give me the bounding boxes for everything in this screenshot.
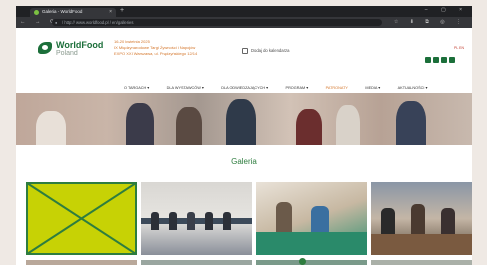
hero-figure — [226, 99, 256, 145]
hero-figure — [126, 103, 154, 145]
extension-icons[interactable]: ☆ ⬇ ⧉ ◎ ⋮ — [394, 19, 466, 25]
event-place: EXPO XXI Warszawa, ul. Prądzyńskiego 12/… — [114, 51, 198, 56]
event-info: 16-20 kwietnia 2025 IX Międzynarodowe Ta… — [114, 39, 197, 57]
hero-figure — [176, 107, 202, 145]
browser-window: Galeria - WorldFood × + – ▢ × ← → ⟳ ⌂ ● … — [16, 6, 472, 265]
lock-icon: ● — [55, 20, 58, 25]
tab-strip: Galeria - WorldFood × + – ▢ × — [16, 6, 472, 17]
facebook-icon[interactable] — [433, 57, 439, 63]
gallery-photo-row2-4[interactable] — [371, 260, 472, 265]
instagram-icon[interactable] — [441, 57, 447, 63]
nav-item-patronaty[interactable]: PATRONATY — [326, 86, 348, 90]
tab-title: Galeria - WorldFood — [42, 9, 83, 14]
site-header: WorldFood Poland 16-20 kwietnia 2025 IX … — [16, 28, 472, 72]
favicon-icon — [34, 10, 39, 15]
language-switcher[interactable]: PL EN — [454, 46, 464, 50]
gallery-photo-row2-2[interactable] — [141, 260, 252, 265]
nav-item-program[interactable]: PROGRAM ▾ — [286, 85, 309, 90]
hero-figure — [36, 111, 66, 145]
add-to-calendar-button[interactable]: Dodaj do kalendarza — [242, 48, 289, 54]
logo-icon[interactable] — [38, 42, 52, 54]
image-placeholder-icon — [26, 182, 137, 255]
address-bar: ← → ⟳ ⌂ ● / http:// www.worldfood.pl / e… — [16, 17, 472, 28]
linkedin-icon[interactable] — [425, 57, 431, 63]
gallery-photo-food-stand[interactable] — [371, 182, 472, 255]
gallery-photo-meeting[interactable] — [256, 182, 367, 255]
gallery-title: Galeria — [231, 157, 257, 166]
nav-item-dla-wystawcow[interactable]: DLA WYSTAWCÓW ▾ — [167, 85, 204, 90]
browser-tab[interactable]: Galeria - WorldFood × — [30, 8, 116, 17]
nav-item-o-targach[interactable]: O TARGACH ▾ — [124, 85, 149, 90]
hero-figure — [396, 101, 426, 145]
logo-subtitle: Poland — [56, 50, 78, 57]
gallery-photo-row2-3[interactable] — [256, 260, 367, 265]
gallery-photo-panel-discussion[interactable] — [141, 182, 252, 255]
calendar-icon — [242, 48, 248, 54]
logo-name[interactable]: WorldFood — [56, 40, 103, 50]
youtube-icon[interactable] — [449, 57, 455, 63]
hero-figure — [296, 109, 322, 145]
calendar-label: Dodaj do kalendarza — [251, 48, 290, 54]
nav-item-aktualnosci[interactable]: AKTUALNOŚCI ▾ — [398, 85, 428, 90]
main-nav: O TARGACH ▾ DLA WYSTAWCÓW ▾ DLA ODWIEDZA… — [16, 74, 472, 90]
new-tab-button[interactable]: + — [120, 7, 124, 14]
close-tab-icon[interactable]: × — [109, 9, 112, 15]
omnibox[interactable]: ● / http:// www.worldfood.pl / en/galler… — [52, 19, 382, 26]
nav-item-dla-odwiedzajacych[interactable]: DLA ODWIEDZAJĄCYCH ▾ — [221, 85, 268, 90]
social-links — [425, 57, 457, 75]
window-controls[interactable]: – ▢ × — [425, 7, 468, 13]
gallery-photo-row2-1[interactable] — [26, 260, 137, 265]
hero-banner-image — [16, 93, 472, 145]
hero-figure — [336, 105, 360, 145]
gallery-placeholder-image[interactable] — [26, 182, 137, 255]
fullscreen-icon[interactable] — [299, 258, 306, 265]
nav-item-media[interactable]: MEDIA ▾ — [365, 85, 380, 90]
url-text: / http:// www.worldfood.pl / en/gallerie… — [62, 20, 134, 25]
